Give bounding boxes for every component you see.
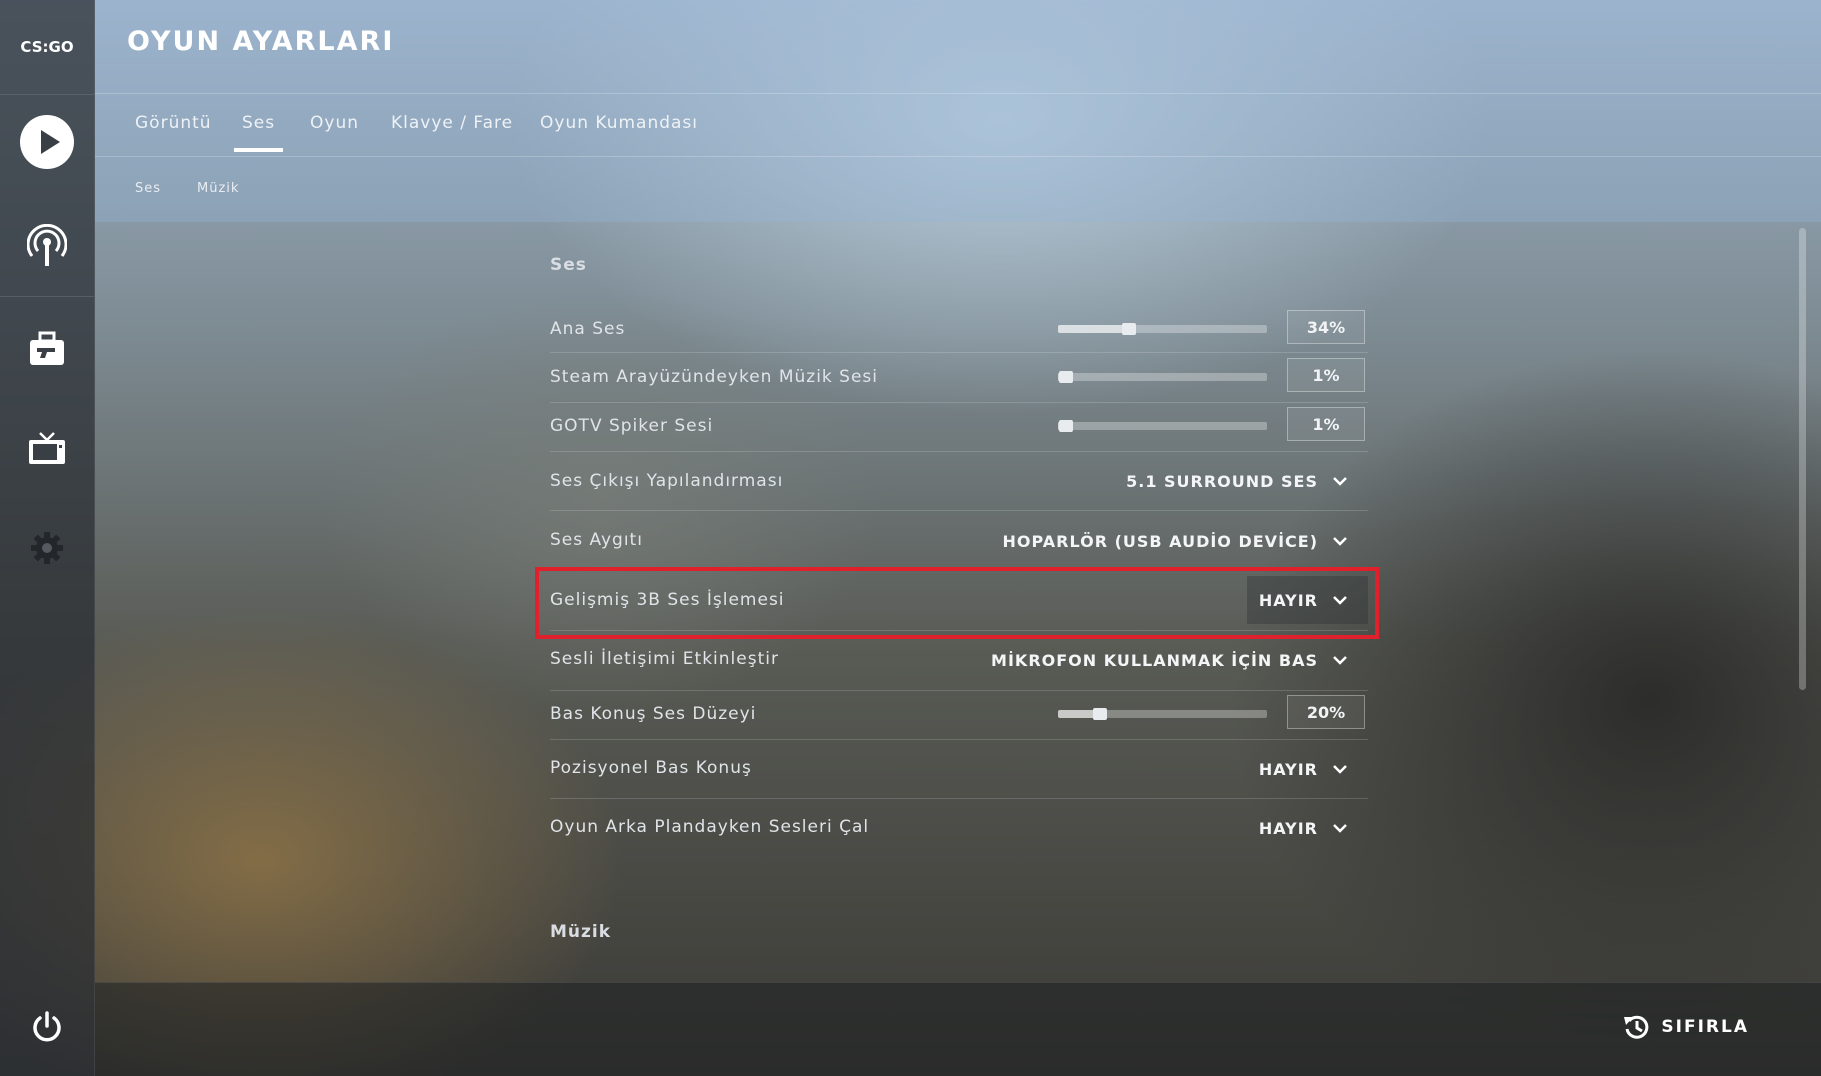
dropdown-value: MİKROFON KULLANMAK İÇİN BAS [991, 650, 1318, 670]
play-button[interactable] [0, 107, 94, 177]
page-title: OYUN AYARLARI [127, 26, 395, 57]
dropdown-value: HOPARLÖR (USB AUDİO DEVİCE) [1002, 531, 1318, 551]
setting-row-pozisyonel: Pozisyonel Bas Konuş HAYIR [550, 739, 1368, 799]
quit-button[interactable] [0, 992, 94, 1062]
setting-label: Ses Çıkışı Yapılandırması [550, 471, 784, 491]
setting-label: Bas Konuş Ses Düzeyi [550, 704, 757, 724]
header-divider [95, 93, 1821, 94]
slider-handle[interactable] [1059, 420, 1074, 432]
inventory-briefcase-icon [30, 331, 64, 365]
slider-handle[interactable] [1092, 708, 1107, 720]
setting-row-ses-cikisi: Ses Çıkışı Yapılandırması 5.1 SURROUND S… [550, 451, 1368, 511]
watch-button[interactable] [0, 414, 94, 484]
value-input[interactable]: 1% [1287, 358, 1365, 392]
volume-slider[interactable] [1058, 371, 1267, 383]
tabs-divider [95, 156, 1821, 157]
voice-chat-dropdown[interactable]: MİKROFON KULLANMAK İÇİN BAS [979, 636, 1368, 684]
section-title-ses: Ses [550, 255, 587, 275]
setting-row-bas-konus-duzey: Bas Konuş Ses Düzeyi 20% [550, 690, 1368, 740]
inventory-button[interactable] [0, 314, 94, 384]
reset-button[interactable]: SIFIRLA [1623, 1013, 1749, 1041]
history-reset-icon [1624, 1015, 1649, 1039]
volume-slider[interactable] [1058, 420, 1267, 432]
audio-device-dropdown[interactable]: HOPARLÖR (USB AUDİO DEVİCE) [991, 517, 1368, 565]
section-title-muzik: Müzik [550, 922, 612, 942]
chevron-down-icon [1333, 537, 1347, 546]
setting-row-ses-aygiti: Ses Aygıtı HOPARLÖR (USB AUDİO DEVİCE) [550, 510, 1368, 571]
speaker-config-dropdown[interactable]: 5.1 SURROUND SES [1114, 457, 1368, 505]
reset-label: SIFIRLA [1661, 1017, 1749, 1037]
setting-row-arka-plan: Oyun Arka Plandayken Sesleri Çal HAYIR [550, 798, 1368, 858]
tab-oyun-kumandasi[interactable]: Oyun Kumandası [540, 113, 698, 133]
setting-label: Oyun Arka Plandayken Sesleri Çal [550, 817, 870, 837]
sidebar-divider [0, 296, 94, 297]
slider-handle[interactable] [1122, 323, 1137, 335]
watch-broadcast-button[interactable] [0, 211, 94, 281]
logo-text: CS:GO [20, 38, 74, 56]
subtab-ses[interactable]: Ses [135, 181, 161, 196]
chevron-down-icon [1333, 656, 1347, 665]
tab-ses[interactable]: Ses [233, 113, 284, 152]
setting-row-sesli-iletisim: Sesli İletişimi Etkinleştir MİKROFON KUL… [550, 630, 1368, 691]
tab-klavye-fare[interactable]: Klavye / Fare [391, 113, 513, 133]
value-input[interactable]: 1% [1287, 407, 1365, 441]
setting-label: Sesli İletişimi Etkinleştir [550, 649, 779, 669]
tab-oyun[interactable]: Oyun [310, 113, 359, 133]
footer: SIFIRLA [95, 982, 1821, 1076]
setting-row-steam-muzik: Steam Arayüzündeyken Müzik Sesi 1% [550, 353, 1368, 403]
background-audio-dropdown[interactable]: HAYIR [1247, 804, 1368, 852]
power-icon [33, 1011, 61, 1042]
value-input[interactable]: 20% [1287, 695, 1365, 729]
dropdown-value: 5.1 SURROUND SES [1126, 471, 1318, 491]
setting-label: Ses Aygıtı [550, 530, 643, 550]
slider-handle[interactable] [1059, 371, 1074, 383]
volume-slider[interactable] [1058, 323, 1267, 335]
dropdown-value: HAYIR [1258, 759, 1318, 779]
settings-screen: CS:GO OYUN AYARLARI Görüntü Ses Oyun Kla… [0, 0, 1821, 1076]
volume-slider[interactable] [1058, 708, 1267, 720]
subtab-muzik[interactable]: Müzik [197, 181, 239, 196]
setting-label: GOTV Spiker Sesi [550, 416, 714, 436]
play-icon [20, 115, 74, 169]
value-input[interactable]: 34% [1287, 310, 1365, 344]
setting-row-gotv-spiker: GOTV Spiker Sesi 1% [550, 402, 1368, 452]
gear-icon [31, 532, 63, 564]
broadcast-icon [27, 224, 67, 266]
setting-label: Ana Ses [550, 319, 626, 339]
highlight-box [535, 567, 1379, 639]
dropdown-value: HAYIR [1258, 818, 1318, 838]
slider-fill [1058, 325, 1130, 333]
header: OYUN AYARLARI Görüntü Ses Oyun Klavye / … [95, 0, 1821, 222]
positional-ptt-dropdown[interactable]: HAYIR [1247, 745, 1368, 793]
csgo-logo: CS:GO [0, 0, 94, 95]
chevron-down-icon [1333, 824, 1347, 833]
scrollbar[interactable] [1799, 228, 1806, 690]
chevron-down-icon [1333, 477, 1347, 486]
chevron-down-icon [1333, 765, 1347, 774]
settings-button[interactable] [0, 513, 94, 583]
setting-label: Pozisyonel Bas Konuş [550, 758, 752, 778]
tab-goruntu[interactable]: Görüntü [135, 113, 212, 133]
tv-icon [29, 432, 65, 464]
setting-row-ana-ses: Ana Ses 34% [550, 308, 1368, 353]
setting-label: Steam Arayüzündeyken Müzik Sesi [550, 367, 878, 387]
sidebar: CS:GO [0, 0, 95, 1076]
